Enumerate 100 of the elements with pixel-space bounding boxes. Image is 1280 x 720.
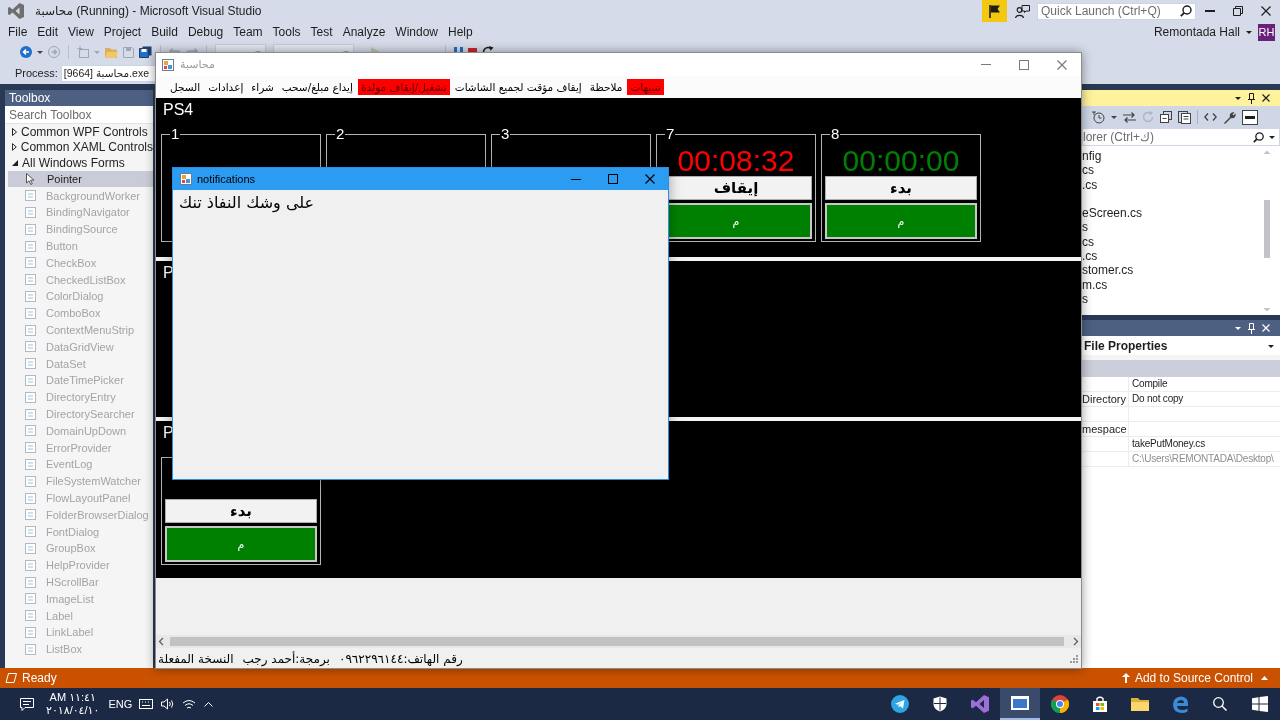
back-icon[interactable] bbox=[20, 46, 32, 58]
action-button[interactable]: م bbox=[825, 203, 977, 239]
documents-icon[interactable] bbox=[1178, 110, 1191, 124]
tree-item[interactable]: stomer.cs bbox=[1082, 263, 1134, 278]
maximize-icon bbox=[1019, 59, 1029, 70]
feedback-icon[interactable] bbox=[1015, 4, 1030, 18]
notification-center-icon[interactable] bbox=[20, 697, 34, 711]
process-dropdown[interactable]: [9664] محاسبة.exe bbox=[60, 64, 156, 82]
caret-icon[interactable] bbox=[1235, 96, 1241, 100]
search-field[interactable]: lorer (Ctrl+ك) bbox=[1082, 128, 1280, 146]
menu-item[interactable]: Help bbox=[443, 23, 478, 41]
search-icon[interactable] bbox=[1180, 5, 1192, 17]
tree-item[interactable]: s bbox=[1082, 220, 1088, 235]
toolbox-category[interactable]: Common XAML Controls bbox=[5, 139, 153, 155]
tree-item[interactable]: eScreen.cs bbox=[1082, 206, 1143, 221]
control-icon bbox=[25, 425, 36, 437]
caret-icon[interactable] bbox=[1235, 326, 1241, 330]
menu-item[interactable]: شراء bbox=[248, 79, 277, 95]
menu-item[interactable]: Test bbox=[305, 23, 338, 41]
save-all-icon[interactable] bbox=[139, 46, 152, 58]
keyboard-icon[interactable] bbox=[139, 699, 154, 709]
action-button[interactable]: م bbox=[165, 526, 317, 562]
property-value[interactable]: takePutMoney.cs bbox=[1132, 438, 1205, 449]
menu-item[interactable]: Debug bbox=[182, 23, 229, 41]
wrench-icon[interactable] bbox=[1223, 110, 1236, 124]
menu-item[interactable]: Window bbox=[390, 23, 443, 41]
wifi-icon[interactable] bbox=[182, 698, 197, 710]
menu-item[interactable]: View bbox=[63, 23, 99, 41]
caret-up-icon[interactable] bbox=[1261, 676, 1268, 680]
tree-item[interactable]: cs bbox=[1082, 234, 1094, 250]
account-name[interactable]: Remontada Hall bbox=[1153, 25, 1240, 39]
caret-icon[interactable] bbox=[1246, 30, 1252, 34]
toolbox-category[interactable]: Common WPF Controls bbox=[5, 124, 153, 140]
tree-item[interactable]: cs bbox=[1082, 163, 1094, 178]
window-title: محاسبة bbox=[180, 58, 215, 71]
close-icon bbox=[1262, 94, 1270, 102]
clock-icon[interactable] bbox=[1092, 110, 1105, 124]
search-icon bbox=[1213, 697, 1227, 711]
collapse-icon[interactable] bbox=[1160, 111, 1172, 123]
horizontal-scrollbar[interactable] bbox=[156, 635, 1081, 648]
station-number: 3 bbox=[500, 126, 511, 142]
taskbar-app[interactable] bbox=[1000, 688, 1040, 720]
chevron-up-icon[interactable] bbox=[204, 701, 214, 707]
menu-item[interactable]: تشغيل/إيقاف مولدة bbox=[357, 79, 450, 95]
minus-box-icon[interactable] bbox=[1242, 109, 1258, 125]
account-avatar[interactable]: RH bbox=[1258, 23, 1275, 41]
sync-arrows-icon[interactable] bbox=[1123, 111, 1136, 123]
property-value[interactable]: Compile bbox=[1132, 378, 1168, 389]
maximize-icon bbox=[607, 174, 618, 184]
menu-item[interactable]: إيداع مبلغ/سحب bbox=[278, 79, 356, 95]
control-icon bbox=[25, 391, 36, 403]
resize-grip-icon[interactable] bbox=[1070, 654, 1078, 663]
caret-icon[interactable] bbox=[37, 50, 43, 54]
menu-item[interactable]: ملاحظة bbox=[586, 79, 626, 95]
station-number: 8 bbox=[830, 126, 841, 142]
language-indicator[interactable]: ENG bbox=[108, 698, 133, 710]
code-icon[interactable] bbox=[1204, 113, 1217, 121]
search-icon[interactable] bbox=[1253, 131, 1264, 143]
quick-launch-field[interactable]: Quick Launch (Ctrl+Q) bbox=[1037, 2, 1196, 20]
source-control-button[interactable]: Add to Source Control bbox=[1134, 671, 1253, 685]
menu-item[interactable]: Tools bbox=[267, 23, 306, 41]
restore-icon bbox=[1233, 6, 1243, 16]
toolbox-item[interactable]: Pointer bbox=[8, 170, 153, 188]
menu-item[interactable]: Team bbox=[228, 23, 268, 41]
clock-time[interactable]: AM ١١:٤١ bbox=[49, 691, 96, 704]
tree-item[interactable]: s bbox=[1082, 291, 1088, 307]
collapsed-triangle-icon[interactable] bbox=[12, 127, 17, 136]
menu-item[interactable]: Build bbox=[146, 23, 183, 41]
expanded-triangle-icon[interactable] bbox=[12, 159, 18, 166]
menu-item[interactable]: Project bbox=[98, 23, 147, 41]
notifications-button[interactable] bbox=[982, 0, 1007, 22]
caret-icon[interactable] bbox=[1269, 135, 1275, 139]
vertical-scrollbar[interactable] bbox=[1262, 148, 1272, 314]
tree-item[interactable]: nfig bbox=[1082, 149, 1102, 164]
menu-item[interactable]: إيقاف مؤقت لجميع الشاشات bbox=[451, 79, 585, 95]
menu-item[interactable]: Analyze bbox=[337, 23, 391, 41]
toolbox-category[interactable]: All Windows Forms bbox=[5, 155, 153, 171]
panel-title: Toolbox bbox=[9, 91, 51, 105]
search-field[interactable]: Search Toolbox bbox=[5, 106, 153, 124]
tree-item[interactable]: .cs bbox=[1082, 177, 1098, 192]
clock-date[interactable]: ٢٠١٨/٠٤/١٠ bbox=[46, 704, 100, 717]
window-icon bbox=[180, 173, 192, 185]
menu-item[interactable]: File bbox=[3, 23, 33, 41]
control-icon bbox=[25, 223, 36, 235]
control-icon bbox=[25, 240, 36, 252]
timer-text: 00:00:00 bbox=[842, 144, 960, 177]
property-value[interactable]: Do not copy bbox=[1132, 393, 1184, 404]
caret-icon[interactable] bbox=[1111, 115, 1117, 119]
menu-item[interactable]: تنبيهات bbox=[627, 79, 664, 95]
collapsed-triangle-icon[interactable] bbox=[12, 143, 17, 152]
start-stop-button[interactable]: بدء bbox=[165, 499, 317, 523]
pin-icon[interactable] bbox=[1248, 92, 1255, 104]
control-icon bbox=[25, 475, 36, 487]
window-icon bbox=[162, 58, 174, 71]
tree-item[interactable]: .cs bbox=[1082, 249, 1098, 264]
tree-item[interactable]: m.cs bbox=[1082, 277, 1108, 292]
menu-item[interactable]: Edit bbox=[32, 23, 64, 41]
paper-plane-icon bbox=[891, 695, 909, 713]
close-icon bbox=[1057, 59, 1067, 70]
volume-icon[interactable] bbox=[161, 698, 175, 710]
